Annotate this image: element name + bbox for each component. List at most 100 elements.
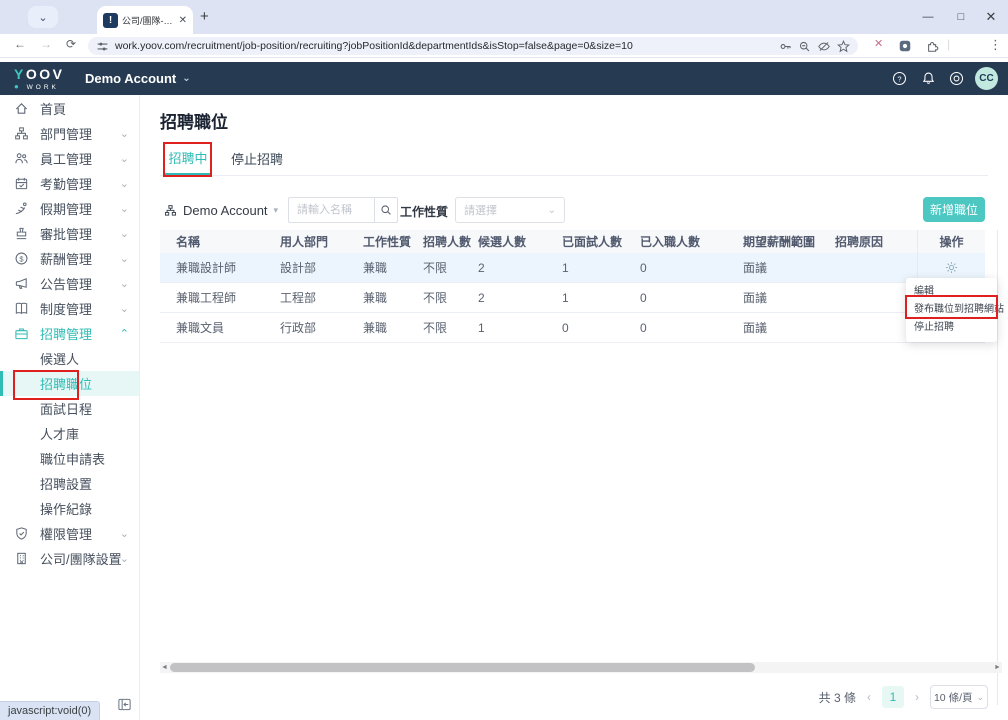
browser-menu-kebab-icon[interactable]: ⋮ xyxy=(989,37,1002,53)
app-header: YOOV ● WORK Demo Account ⌄ ? CC xyxy=(0,62,1008,95)
eye-hidden-icon[interactable] xyxy=(817,40,831,53)
org-chart-icon xyxy=(14,126,29,141)
add-position-button[interactable]: 新增職位 xyxy=(923,197,985,222)
chevron-down-icon: ⌄ xyxy=(120,252,129,265)
new-tab-button[interactable]: + xyxy=(200,8,209,25)
sidebar-subitem-operation-log[interactable]: 操作紀錄 xyxy=(0,496,139,521)
tab-recruiting[interactable]: 招聘中 xyxy=(165,142,211,175)
gear-icon[interactable] xyxy=(945,261,958,274)
search-button[interactable] xyxy=(375,197,398,223)
sidebar-item-attendance[interactable]: 考勤管理 ⌄ xyxy=(0,171,139,196)
table-row[interactable]: 兼職工程師 工程部 兼職 不限 2 1 0 面議 xyxy=(160,283,985,313)
stamp-icon xyxy=(14,226,29,241)
sidebar-item-payroll[interactable]: $ 薪酬管理 ⌄ xyxy=(0,246,139,271)
chevron-down-icon: ⌄ xyxy=(120,302,129,315)
yoov-work-logo: YOOV ● WORK xyxy=(14,67,64,92)
sidebar-item-recruitment[interactable]: 招聘管理 ⌃ xyxy=(0,321,139,346)
account-switcher[interactable]: Demo Account ⌄ xyxy=(85,62,191,95)
menu-item-stop-recruiting[interactable]: 停止招聘 xyxy=(906,319,997,337)
next-page-icon[interactable]: › xyxy=(915,690,919,704)
search-input[interactable] xyxy=(288,197,375,223)
chevron-down-icon: ⌄ xyxy=(120,277,129,290)
sidebar-subitem-recruitment-settings[interactable]: 招聘設置 xyxy=(0,471,139,496)
chevron-down-icon: ⌄ xyxy=(120,527,129,540)
vacation-icon xyxy=(14,201,29,216)
job-type-select[interactable]: 請選擇 ⌄ xyxy=(455,197,565,223)
svg-text:?: ? xyxy=(897,74,901,83)
caret-down-icon: ▾ xyxy=(274,205,279,216)
chevron-down-icon: ⌄ xyxy=(548,205,556,216)
current-page[interactable]: 1 xyxy=(882,686,904,708)
select-placeholder: 請選擇 xyxy=(464,202,497,218)
address-bar[interactable]: work.yoov.com/recruitment/job-position/r… xyxy=(88,37,858,55)
back-icon[interactable]: ← xyxy=(14,37,26,51)
forward-icon[interactable]: → xyxy=(40,37,52,51)
scrollbar-thumb[interactable] xyxy=(170,663,755,672)
sidebar-item-employees[interactable]: 員工管理 ⌄ xyxy=(0,146,139,171)
help-icon[interactable]: ? xyxy=(892,71,907,86)
sidebar-subitem-application-form[interactable]: 職位申請表 xyxy=(0,446,139,471)
sidebar-item-leave[interactable]: 假期管理 ⌄ xyxy=(0,196,139,221)
sidebar-item-departments[interactable]: 部門管理 ⌄ xyxy=(0,121,139,146)
menu-item-publish-to-job-sites[interactable]: 發布職位到招聘網站 xyxy=(906,301,997,319)
page-size-select[interactable]: 10 條/頁 ⌄ xyxy=(930,685,988,709)
horizontal-scrollbar[interactable]: ◄ ► xyxy=(160,662,1002,673)
positions-table: 名稱 用人部門 工作性質 招聘人數 候選人數 已面試人數 已入職人數 期望薪酬範… xyxy=(160,230,985,343)
app-switcher-icon[interactable] xyxy=(949,71,964,86)
sidebar-item-permissions[interactable]: 權限管理 ⌄ xyxy=(0,521,139,546)
refresh-icon[interactable]: ⟳ xyxy=(66,37,76,51)
site-settings-icon[interactable] xyxy=(96,40,109,53)
scroll-left-arrow[interactable]: ◄ xyxy=(160,662,169,673)
tab-stopped[interactable]: 停止招聘 xyxy=(229,142,285,175)
shield-icon xyxy=(14,526,29,541)
table-row[interactable]: 兼職設計師 設計部 兼職 不限 2 1 0 面議 xyxy=(160,253,985,283)
total-count: 共 3 條 xyxy=(819,689,856,706)
window-close-button[interactable]: ✕ xyxy=(968,0,1008,34)
user-avatar[interactable]: CC xyxy=(975,67,998,90)
search-icon xyxy=(380,204,392,216)
prev-page-icon[interactable]: ‹ xyxy=(867,690,871,704)
notification-bell-icon[interactable] xyxy=(921,71,936,86)
sidebar-item-approval[interactable]: 審批管理 ⌄ xyxy=(0,221,139,246)
building-icon xyxy=(14,551,29,566)
menu-item-edit[interactable]: 編輯 xyxy=(906,283,997,301)
sidebar-item-policy[interactable]: 制度管理 ⌄ xyxy=(0,296,139,321)
department-filter[interactable]: Demo Account ▾ xyxy=(164,197,278,223)
chevron-down-icon: ⌄ xyxy=(182,73,190,84)
url-text[interactable]: work.yoov.com/recruitment/job-position/r… xyxy=(115,40,773,52)
browser-tab[interactable]: ! 公司/團隊-YOOV WORK 企業 ✕ xyxy=(97,6,193,34)
bookmark-star-icon[interactable] xyxy=(837,40,850,53)
sidebar-subitem-job-positions[interactable]: 招聘職位 xyxy=(0,371,139,396)
chevron-down-icon: ⌄ xyxy=(976,692,984,703)
tab-close-icon[interactable]: ✕ xyxy=(179,15,187,26)
sidebar-subitem-talent-pool[interactable]: 人才庫 xyxy=(0,421,139,446)
logo-top-text: OOV xyxy=(26,66,65,82)
site-favicon-icon: ! xyxy=(103,13,118,28)
account-name: Demo Account xyxy=(85,71,176,86)
row-action-menu: 編輯 發布職位到招聘網站 停止招聘 xyxy=(906,278,997,342)
users-icon xyxy=(14,151,29,166)
sidebar-subitem-interview-schedule[interactable]: 面試日程 xyxy=(0,396,139,421)
scroll-right-arrow[interactable]: ► xyxy=(993,662,1002,673)
sidebar: 首頁 部門管理 ⌄ 員工管理 ⌄ 考勤管理 ⌄ 假期管理 ⌄ 審批管理 ⌄ $ xyxy=(0,95,140,720)
sidebar-item-company-settings[interactable]: 公司/團隊設置 ⌄ xyxy=(0,546,139,571)
sidebar-subitem-candidates[interactable]: 候選人 xyxy=(0,346,139,371)
browser-toolbar: ← → ⟳ work.yoov.com/recruitment/job-posi… xyxy=(0,34,1008,58)
sidebar-item-home[interactable]: 首頁 xyxy=(0,96,139,121)
chevron-down-icon: ⌄ xyxy=(120,127,129,140)
password-key-icon[interactable] xyxy=(779,40,792,53)
tab-search-button[interactable]: ⌄ xyxy=(28,6,58,28)
sidebar-item-announcements[interactable]: 公告管理 ⌄ xyxy=(0,271,139,296)
chevron-down-icon: ⌄ xyxy=(120,152,129,165)
extensions-puzzle-icon[interactable] xyxy=(926,39,940,53)
table-row[interactable]: 兼職文員 行政部 兼職 不限 1 0 0 面議 xyxy=(160,313,985,343)
table-header-row: 名稱 用人部門 工作性質 招聘人數 候選人數 已面試人數 已入職人數 期望薪酬範… xyxy=(160,230,985,253)
browser-tab-strip: ⌄ ! 公司/團隊-YOOV WORK 企業 ✕ + — □ ✕ xyxy=(0,0,1008,34)
page-tabs: 招聘中 停止招聘 xyxy=(160,142,988,176)
pagination: 共 3 條 ‹ 1 › 10 條/頁 ⌄ xyxy=(0,684,988,710)
extension-badge-icon[interactable] xyxy=(898,39,912,53)
logo-bottom-text: WORK xyxy=(27,84,59,91)
extension-x-icon[interactable]: ✕ xyxy=(874,37,883,50)
job-type-label: 工作性質 xyxy=(400,203,448,220)
zoom-out-icon[interactable] xyxy=(798,40,811,53)
